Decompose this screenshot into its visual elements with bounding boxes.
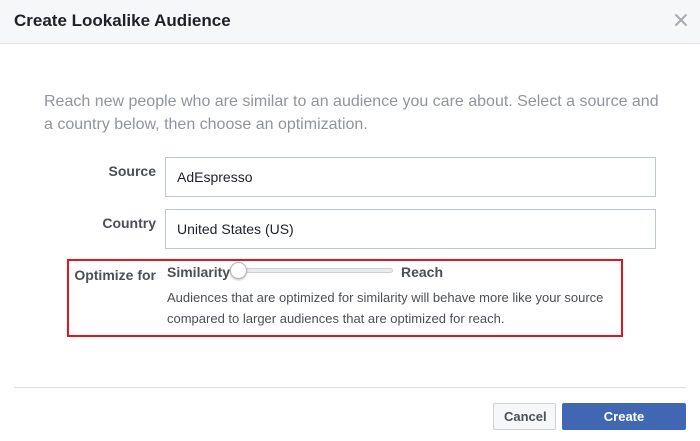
slider-label-similarity: Similarity xyxy=(167,264,231,280)
slider-label-reach: Reach xyxy=(401,264,444,280)
create-audience-button[interactable]: Create Audience xyxy=(562,403,686,441)
close-icon[interactable] xyxy=(674,13,688,27)
country-input[interactable] xyxy=(165,209,656,249)
create-lookalike-dialog: Create Lookalike Audience Reach new peop… xyxy=(0,0,700,441)
optimize-description: Audiences that are optimized for similar… xyxy=(167,290,604,326)
cancel-button[interactable]: Cancel xyxy=(493,403,556,430)
optimize-label: Optimize for xyxy=(74,267,156,283)
dialog-title: Create Lookalike Audience xyxy=(14,11,231,30)
source-input[interactable] xyxy=(165,157,656,197)
optimization-slider-track[interactable] xyxy=(238,268,393,273)
country-label: Country xyxy=(102,215,156,231)
optimization-slider-thumb[interactable] xyxy=(230,262,247,279)
intro-text: Reach new people who are similar to an a… xyxy=(44,93,659,133)
dialog-header: Create Lookalike Audience xyxy=(0,0,700,44)
footer-divider xyxy=(14,387,686,388)
source-label: Source xyxy=(108,163,156,179)
